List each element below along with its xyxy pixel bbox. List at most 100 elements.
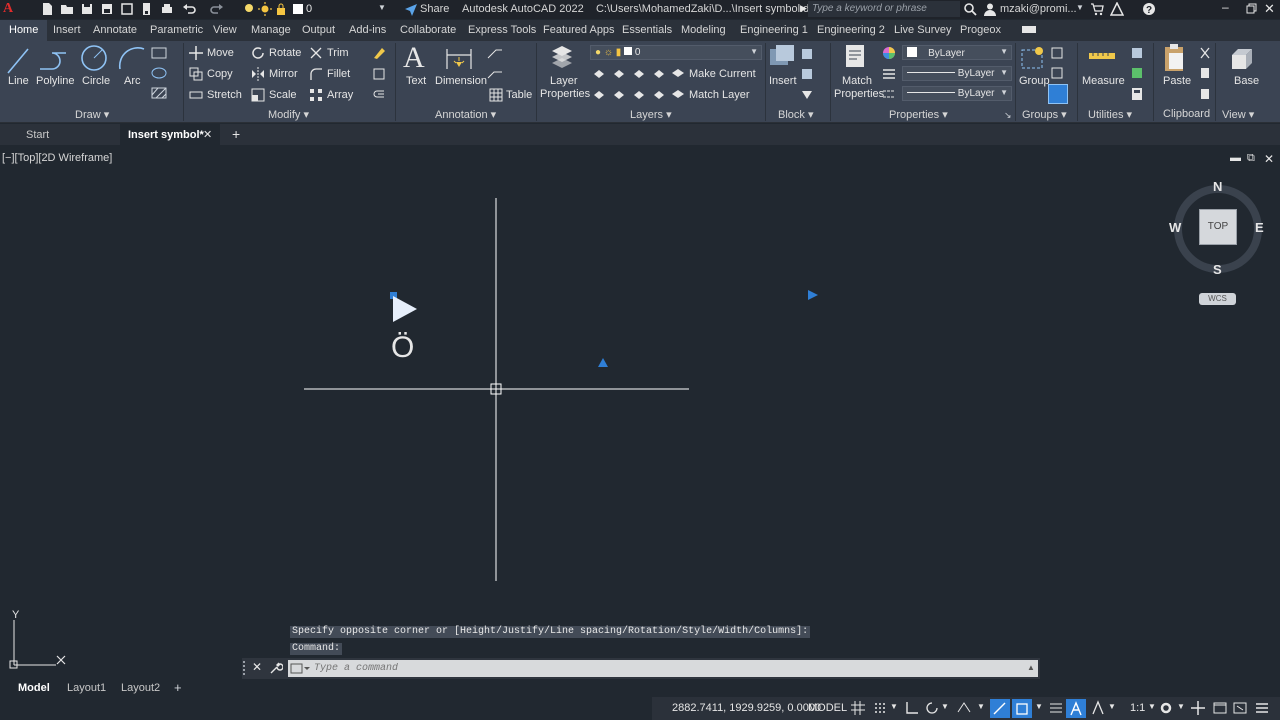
view-panel-title[interactable]: View ▾ bbox=[1222, 108, 1254, 121]
base-view-button[interactable]: Base bbox=[1234, 75, 1259, 87]
groups-panel-title[interactable]: Groups ▾ bbox=[1022, 108, 1067, 121]
quick-select-icon[interactable] bbox=[1130, 46, 1144, 60]
draw-panel-title[interactable]: Draw ▾ bbox=[75, 108, 109, 121]
tab-home[interactable]: Home bbox=[0, 20, 48, 41]
share-icon[interactable] bbox=[404, 2, 418, 16]
tab-engineering-2[interactable]: Engineering 2 bbox=[817, 24, 885, 36]
clipboard-panel-title[interactable]: Clipboard bbox=[1163, 108, 1210, 120]
lineweight-dropdown[interactable]: ByLayer ▼ bbox=[902, 66, 1012, 81]
snap-dropdown-icon[interactable]: ▼ bbox=[890, 702, 898, 711]
utilities-panel-title[interactable]: Utilities ▾ bbox=[1088, 108, 1132, 121]
drawing-canvas[interactable]: [−][Top][2D Wireframe] ▬ ⧉ ✕ Ö TOP N S E… bbox=[0, 148, 1280, 678]
insert-block-button[interactable]: Insert bbox=[769, 75, 797, 87]
match-properties-icon[interactable] bbox=[843, 43, 869, 71]
user-name[interactable]: mzaki@promi... bbox=[1000, 3, 1077, 15]
object-snap-icon[interactable] bbox=[1014, 701, 1030, 717]
tab-progeox[interactable]: Progeox bbox=[960, 24, 1001, 36]
auto-scale-icon[interactable] bbox=[1090, 700, 1106, 716]
undo-icon[interactable] bbox=[182, 2, 196, 16]
maximize-icon[interactable] bbox=[1244, 2, 1258, 16]
move-button[interactable]: Move bbox=[207, 47, 234, 59]
command-close-icon[interactable]: ✕ bbox=[252, 660, 262, 674]
polar-dropdown-icon[interactable]: ▼ bbox=[941, 702, 949, 711]
plot-icon[interactable] bbox=[160, 2, 174, 16]
tab-parametric[interactable]: Parametric bbox=[150, 24, 203, 36]
move-icon[interactable] bbox=[189, 46, 203, 60]
save-as-icon[interactable] bbox=[100, 2, 114, 16]
viewcube-top-face[interactable]: TOP bbox=[1199, 209, 1237, 245]
linetype-dropdown[interactable]: ByLayer ▼ bbox=[902, 86, 1012, 101]
osnap-dropdown-icon[interactable]: ▼ bbox=[1035, 702, 1043, 711]
tab-express-tools[interactable]: Express Tools bbox=[468, 24, 536, 36]
command-grip-icon[interactable] bbox=[243, 661, 249, 675]
line-icon[interactable] bbox=[6, 45, 30, 75]
rotate-button[interactable]: Rotate bbox=[269, 47, 301, 59]
command-history-toggle-icon[interactable]: ▲ bbox=[1027, 663, 1035, 672]
scale-icon[interactable] bbox=[251, 88, 265, 102]
annotation-scale-dropdown-icon[interactable]: ▼ bbox=[1148, 702, 1156, 711]
tab-featured-apps[interactable]: Featured Apps bbox=[543, 24, 615, 36]
arc-icon[interactable] bbox=[118, 45, 146, 71]
copy-base-icon[interactable] bbox=[1198, 87, 1212, 101]
share-button[interactable]: Share bbox=[420, 3, 449, 15]
polar-tracking-icon[interactable] bbox=[924, 700, 940, 716]
user-icon[interactable] bbox=[983, 2, 997, 16]
tab-live-survey[interactable]: Live Survey bbox=[894, 24, 951, 36]
leader-icon[interactable] bbox=[487, 47, 503, 59]
text-icon[interactable]: A bbox=[403, 41, 425, 75]
minimize-icon[interactable]: – bbox=[1222, 0, 1229, 14]
group-icon[interactable] bbox=[1019, 44, 1047, 72]
tab-layout2[interactable]: Layout2 bbox=[121, 682, 160, 694]
measure-icon[interactable] bbox=[1088, 49, 1116, 63]
search-expand-icon[interactable]: ▶ bbox=[800, 3, 807, 14]
help-icon[interactable]: ? bbox=[1142, 2, 1156, 16]
viewcube[interactable]: TOP N S E W bbox=[1169, 179, 1265, 277]
lineweight-toggle-icon[interactable] bbox=[1048, 700, 1064, 716]
recent-commands-icon[interactable] bbox=[290, 663, 310, 675]
layer-tools-row1-icons[interactable] bbox=[592, 66, 676, 80]
make-current-button[interactable]: Make Current bbox=[689, 68, 756, 80]
explode-icon[interactable] bbox=[372, 67, 386, 81]
compass-north[interactable]: N bbox=[1213, 179, 1222, 194]
layer-properties-icon[interactable] bbox=[548, 43, 576, 71]
isodraft-dropdown-icon[interactable]: ▼ bbox=[977, 702, 985, 711]
mirror-button[interactable]: Mirror bbox=[269, 68, 298, 80]
annotation-panel-title[interactable]: Annotation ▾ bbox=[435, 108, 496, 121]
save-icon[interactable] bbox=[80, 2, 94, 16]
object-snap-tracking-icon[interactable] bbox=[992, 701, 1008, 717]
customize-wrench-icon[interactable] bbox=[269, 661, 283, 675]
match-layer-button[interactable]: Match Layer bbox=[689, 89, 750, 101]
circle-button[interactable]: Circle bbox=[82, 75, 110, 87]
layer-lock-icon[interactable] bbox=[274, 2, 288, 16]
stretch-icon[interactable] bbox=[189, 88, 203, 102]
new-layout-icon[interactable]: + bbox=[174, 680, 182, 695]
array-icon[interactable] bbox=[309, 88, 323, 102]
dimension-button[interactable]: Dimension bbox=[435, 75, 487, 87]
tab-layout1[interactable]: Layout1 bbox=[67, 682, 106, 694]
autodesk-app-icon[interactable] bbox=[1110, 2, 1124, 16]
line-button[interactable]: Line bbox=[8, 75, 29, 87]
tab-insert[interactable]: Insert bbox=[53, 24, 81, 36]
isolate-objects-icon[interactable] bbox=[1212, 700, 1228, 716]
command-input[interactable] bbox=[288, 660, 1038, 677]
group-edit-icon[interactable] bbox=[1050, 66, 1064, 80]
tab-add-ins[interactable]: Add-ins bbox=[349, 24, 386, 36]
rotate-icon[interactable] bbox=[251, 46, 265, 60]
array-button[interactable]: Array bbox=[327, 89, 353, 101]
ellipse-icon[interactable] bbox=[151, 67, 167, 79]
drawing-geometry[interactable] bbox=[0, 148, 1280, 678]
workspace-gear-icon[interactable] bbox=[1158, 700, 1174, 716]
layer-dropdown[interactable]: 0 bbox=[306, 3, 312, 15]
color-dropdown[interactable]: ByLayer ▼ bbox=[902, 45, 1012, 60]
scale-button[interactable]: Scale bbox=[269, 89, 297, 101]
tab-essentials[interactable]: Essentials bbox=[622, 24, 672, 36]
compass-south[interactable]: S bbox=[1213, 262, 1222, 277]
text-button[interactable]: Text bbox=[406, 75, 426, 87]
ungroup-icon[interactable] bbox=[1050, 46, 1064, 60]
tab-modeling[interactable]: Modeling bbox=[681, 24, 726, 36]
polyline-button[interactable]: Polyline bbox=[36, 75, 75, 87]
edit-block-icon[interactable] bbox=[800, 67, 814, 81]
properties-launcher-icon[interactable]: ↘ bbox=[1004, 110, 1012, 121]
select-all-icon[interactable] bbox=[1130, 66, 1144, 80]
match-properties-button-line2[interactable]: Properties bbox=[834, 88, 884, 100]
